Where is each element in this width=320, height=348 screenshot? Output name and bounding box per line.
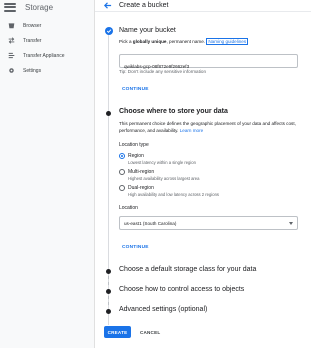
transfer-icon [8,37,15,44]
region-option-desc: Lowest latency within a single region [128,160,196,165]
dual-region-option-label: Dual-region [128,185,154,191]
sidebar-item-transfer-appliance[interactable]: Transfer Appliance [0,48,94,63]
back-button[interactable] [101,0,113,12]
bucket-name-tip: Tip: Don't include any sensitive informa… [119,69,207,74]
sidebar-item-label: Browser [23,22,42,29]
sidebar-item-label: Transfer [23,37,42,44]
region-option-label: Region [128,153,144,159]
location-select-value: us-east1 (South Carolina) [124,220,177,226]
step-indicator-dot [105,111,111,116]
step-storage-class-title[interactable]: Choose a default storage class for your … [119,266,256,273]
multi-region-option-label: Multi-region [128,169,155,175]
location-type-dual-region-radio[interactable] [119,185,125,191]
step-location-title: Choose where to store your data [119,108,228,115]
location-type-multi-region-radio[interactable] [119,169,125,175]
step-connector [107,296,109,305]
naming-guidelines-link[interactable]: Naming guidelines [206,38,249,45]
step-name-title: Name your bucket [119,27,176,34]
sidebar: Storage Browser Transfer Transfer Applia… [0,0,95,348]
continue-button-step2[interactable]: CONTINUE [122,245,149,250]
location-heading: Location [119,205,138,211]
sidebar-header: Storage [0,0,94,14]
gear-icon [8,67,15,74]
step-advanced-settings-title[interactable]: Advanced settings (optional) [119,306,207,313]
sidebar-item-transfer[interactable]: Transfer [0,33,94,48]
location-type-region-radio[interactable] [119,153,125,159]
sidebar-item-label: Transfer Appliance [23,52,65,59]
bucket-name-field[interactable] [119,54,298,73]
storage-icon [4,2,16,12]
dual-region-option-desc: High availability and low latency across… [128,192,220,197]
learn-more-link[interactable]: Learn more [180,128,204,133]
continue-button-step1[interactable]: CONTINUE [122,87,149,92]
multi-region-option-desc: Highest availability across largest area [128,176,200,181]
sidebar-title: Storage [25,2,54,12]
arrow-left-icon [103,2,111,9]
step-access-control-title[interactable]: Choose how to control access to objects [119,286,244,293]
step-indicator-dot [105,289,111,294]
location-type-heading: Location type [119,142,149,148]
step-location-description: This permanent choice defines the geogra… [119,121,296,133]
step-indicator-dot [105,309,111,314]
page-title: Create a bucket [119,2,169,9]
create-button[interactable]: CREATE [104,326,131,338]
step-indicator-dot [105,269,111,274]
sidebar-item-label: Settings [23,67,42,74]
appliance-icon [8,52,15,59]
sidebar-item-browser[interactable]: Browser [0,18,94,33]
sidebar-item-settings[interactable]: Settings [0,63,94,78]
bucket-icon [8,22,15,29]
chevron-down-icon [289,221,293,225]
create-bucket-form: Name your bucket Pick a globally unique,… [95,12,311,348]
location-select[interactable]: us-east1 (South Carolina) [119,216,298,230]
cancel-button[interactable]: CANCEL [140,330,160,335]
step-name-description: Pick a globally unique, permanent name. … [119,38,249,45]
step-complete-icon [105,27,113,35]
page-header: Create a bucket [95,0,311,12]
step-connector [107,276,109,285]
